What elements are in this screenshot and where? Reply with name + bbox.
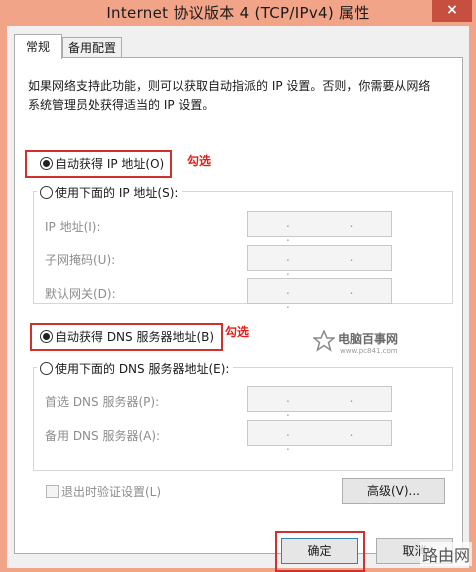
preferred-dns-label: 首选 DNS 服务器(P): <box>45 395 160 409</box>
ip-address-input[interactable]: . . . <box>247 211 392 244</box>
description-text: 如果网络支持此功能，则可以获取自动指派的 IP 设置。否则，你需要从网络系统管理… <box>28 79 431 112</box>
ip-auto-radio[interactable] <box>40 157 53 170</box>
close-button[interactable]: × <box>432 0 472 22</box>
star-icon <box>313 330 335 352</box>
default-gateway-label: 默认网关(D): <box>45 287 116 301</box>
window-title: Internet 协议版本 4 (TCP/IPv4) 属性 <box>106 4 370 22</box>
alternate-dns-dots: . . . <box>286 425 382 453</box>
ip-manual-radio[interactable] <box>40 186 53 199</box>
dns-auto-label[interactable]: 自动获得 DNS 服务器地址(B) <box>55 328 214 345</box>
close-icon: × <box>446 2 458 18</box>
subnet-mask-label: 子网掩码(U): <box>45 253 116 267</box>
ip-annotation: 勾选 <box>187 154 212 168</box>
dns-manual-group <box>33 367 453 471</box>
subnet-mask-input[interactable]: . . . <box>247 245 392 278</box>
validate-on-exit-checkbox[interactable] <box>46 485 59 498</box>
ip-auto-label[interactable]: 自动获得 IP 地址(O) <box>55 155 164 172</box>
watermark-logo-text: 电脑百事网 <box>338 332 399 346</box>
watermark-url: www.pc841.com <box>340 347 398 355</box>
dns-manual-radio[interactable] <box>40 362 53 375</box>
ok-button[interactable]: 确定 <box>281 538 358 564</box>
general-panel: 如果网络支持此功能，则可以获取自动指派的 IP 设置。否则，你需要从网络系统管理… <box>14 57 463 554</box>
dns-annotation: 勾选 <box>225 325 250 339</box>
ip-manual-option[interactable]: 使用下面的 IP 地址(S): <box>37 184 183 201</box>
validate-on-exit-label[interactable]: 退出时验证设置(L) <box>61 483 161 500</box>
dns-manual-label[interactable]: 使用下面的 DNS 服务器地址(E): <box>55 362 229 376</box>
dns-manual-option[interactable]: 使用下面的 DNS 服务器地址(E): <box>37 360 234 377</box>
preferred-dns-input[interactable]: . . . <box>247 386 392 419</box>
dns-auto-radio[interactable] <box>40 330 53 343</box>
default-gateway-dots: . . . <box>286 283 382 311</box>
corner-watermark: 路由网 <box>419 542 472 566</box>
ip-manual-label[interactable]: 使用下面的 IP 地址(S): <box>55 186 178 200</box>
alternate-dns-label: 备用 DNS 服务器(A): <box>45 429 161 443</box>
tab-alternate-config[interactable]: 备用配置 <box>62 37 122 58</box>
preferred-dns-dots: . . . <box>286 391 382 419</box>
ip-address-label: IP 地址(I): <box>45 220 101 234</box>
advanced-button[interactable]: 高级(V)... <box>342 478 445 504</box>
subnet-mask-dots: . . . <box>286 250 382 278</box>
watermark-logo: 电脑百事网 www.pc841.com <box>313 330 433 360</box>
dialog-client: 常规 备用配置 如果网络支持此功能，则可以获取自动指派的 IP 设置。否则，你需… <box>7 26 469 572</box>
title-bar: Internet 协议版本 4 (TCP/IPv4) 属性 × <box>0 0 476 26</box>
alternate-dns-input[interactable]: . . . <box>247 420 392 453</box>
default-gateway-input[interactable]: . . . <box>247 278 392 311</box>
tab-general[interactable]: 常规 <box>14 34 62 59</box>
ip-address-dots: . . . <box>286 216 382 244</box>
